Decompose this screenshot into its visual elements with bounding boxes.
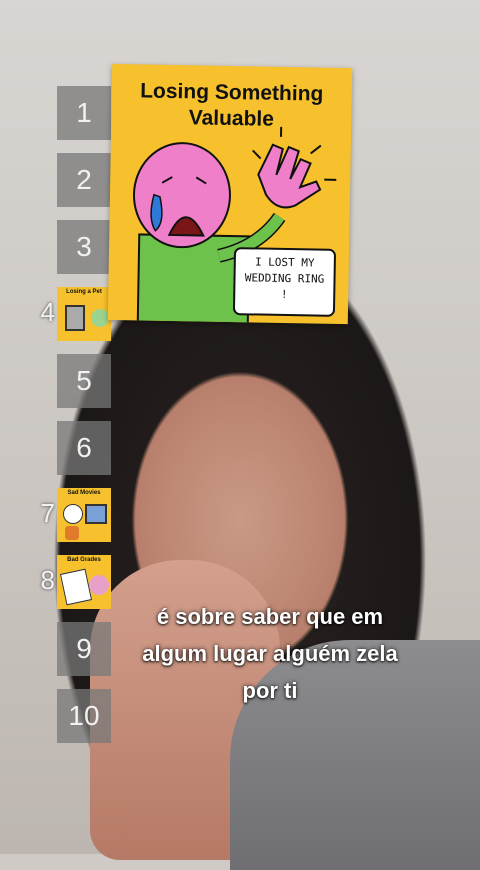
- current-topic-card: Losing Something Valuable I LOST MY WEDD…: [108, 64, 352, 324]
- rank-slot-4-thumbnail[interactable]: Losing a Pet: [57, 287, 111, 341]
- rank-slot-6[interactable]: 6: [57, 421, 111, 475]
- speech-bubble-text: I LOST MY WEDDING RING !: [242, 254, 327, 303]
- caption-line-3: por ti: [100, 672, 440, 709]
- rank-slot-3[interactable]: 3: [57, 220, 111, 274]
- rank-slot-2[interactable]: 2: [57, 153, 111, 207]
- rank-number: 6: [76, 432, 92, 464]
- rank-number-7: 7: [35, 498, 55, 529]
- rank-number: 5: [76, 365, 92, 397]
- person-icon: [91, 309, 109, 327]
- rank-number-4: 4: [35, 297, 55, 328]
- rank-number: 3: [76, 231, 92, 263]
- thumbnail-title: Bad Grades: [57, 557, 111, 563]
- pet-icon: [65, 305, 85, 331]
- tv-icon: [85, 504, 107, 524]
- rank-slot-1[interactable]: 1: [57, 86, 111, 140]
- rank-number: 9: [76, 633, 92, 665]
- report-card-icon: [60, 569, 92, 606]
- crying-face-icon: [63, 504, 83, 524]
- caption-line-1: é sobre saber que em: [100, 598, 440, 635]
- rank-number: 2: [76, 164, 92, 196]
- sad-face-icon: [89, 575, 109, 595]
- thumbnail-title: Sad Movies: [57, 490, 111, 496]
- rank-slot-7-thumbnail[interactable]: Sad Movies: [57, 488, 111, 542]
- figure-icon: [65, 526, 79, 540]
- rank-number-8: 8: [35, 565, 55, 596]
- thumbnail-title: Losing a Pet: [57, 289, 111, 295]
- rank-number: 10: [68, 700, 99, 732]
- caption-line-2: algum lugar alguém zela: [100, 635, 440, 672]
- rank-number: 1: [76, 97, 92, 129]
- video-caption: é sobre saber que em algum lugar alguém …: [100, 598, 440, 709]
- rank-slot-5[interactable]: 5: [57, 354, 111, 408]
